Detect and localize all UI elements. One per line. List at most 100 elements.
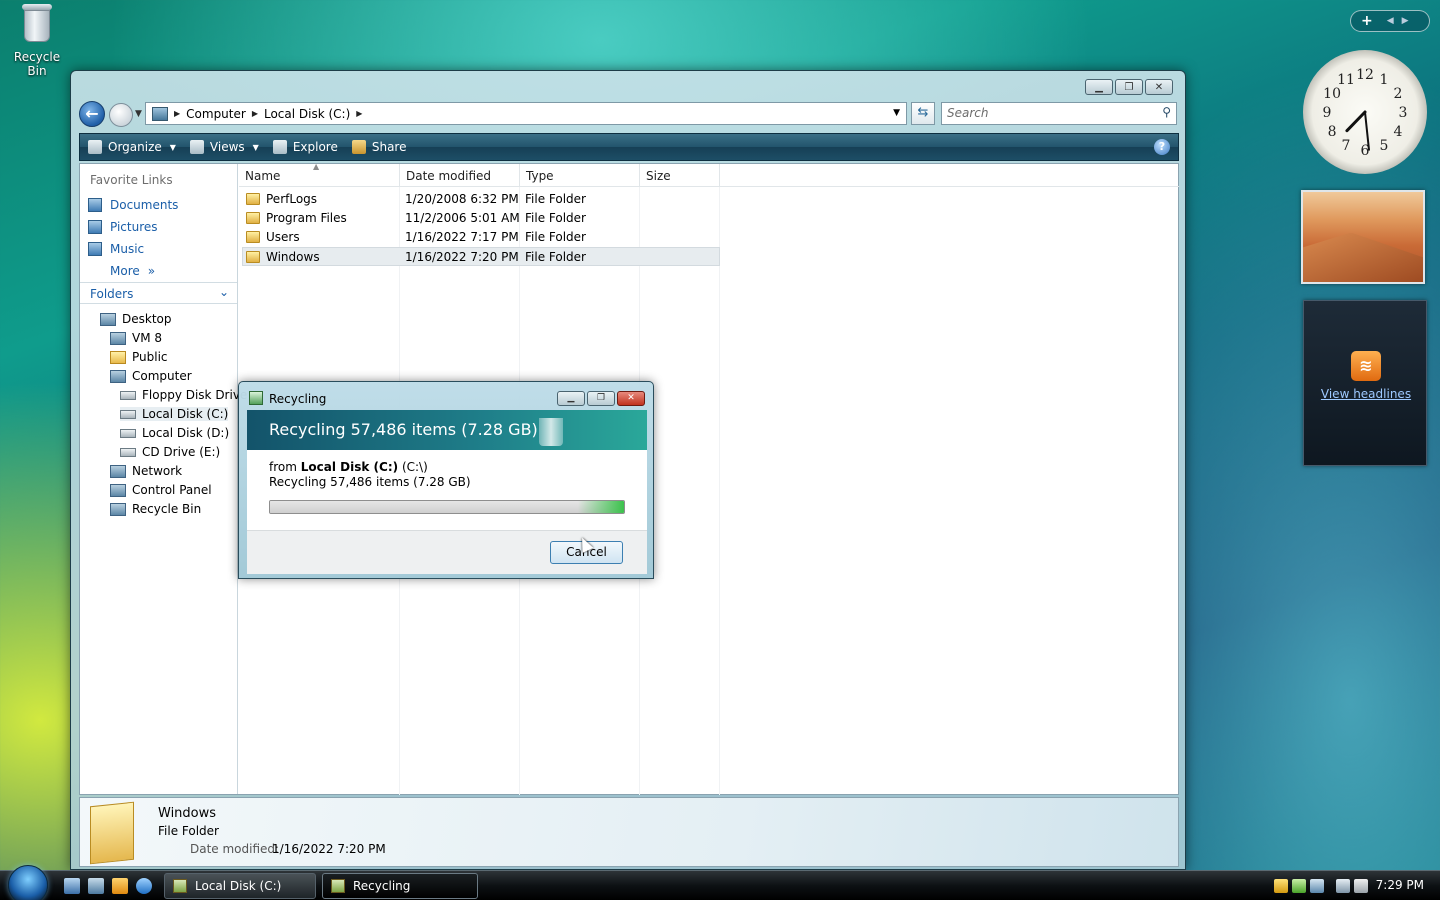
tree-item-label: Recycle Bin [132,502,202,516]
folders-toggle[interactable]: Folders ⌄ [80,282,237,304]
close-button[interactable]: ✕ [1145,79,1173,95]
show-desktop-icon[interactable] [64,878,80,894]
table-row[interactable]: Program Files 11/2/2006 5:01 AM File Fol… [242,209,720,228]
breadcrumb-computer[interactable]: Computer [186,107,246,121]
favorite-pictures[interactable]: Pictures [88,220,158,234]
task-label: Local Disk (C:) [195,879,282,893]
tree-item-local-disk-d[interactable]: Local Disk (D:) [120,426,229,440]
share-button[interactable]: Share [351,140,406,154]
breadcrumb-separator-icon[interactable]: ▶ [174,109,180,118]
media-player-icon[interactable] [112,878,128,894]
desktop-icon [100,312,116,326]
network-status-icon[interactable] [1336,879,1350,893]
tree-item-network[interactable]: Network [110,464,182,478]
explore-label: Explore [292,140,338,154]
favorite-label: Pictures [110,220,158,234]
table-row[interactable]: PerfLogs 1/20/2008 6:32 PM File Folder [242,190,720,209]
table-row-selected[interactable]: Windows 1/16/2022 7:20 PM File Folder [242,247,720,266]
maximize-button[interactable]: ❐ [587,391,615,406]
column-header-type[interactable]: Type [520,164,640,187]
breadcrumb-separator-icon[interactable]: ▶ [252,109,258,118]
favorite-documents[interactable]: Documents [88,198,178,212]
close-button[interactable]: ✕ [617,391,645,406]
tree-item-recycle-bin[interactable]: Recycle Bin [110,502,201,516]
tree-item-public[interactable]: Public [110,350,168,364]
view-headlines-link[interactable]: View headlines [1304,387,1428,401]
clock-number: 12 [1356,67,1374,83]
back-button[interactable]: ← [79,101,105,127]
update-icon[interactable] [1292,879,1306,893]
tree-item-control-panel[interactable]: Control Panel [110,483,212,497]
views-button[interactable]: Views ▼ [189,140,259,154]
column-header-size[interactable]: Size [640,164,720,187]
drive-icon [120,409,136,419]
minimize-button[interactable]: ▁ [557,391,585,406]
volume-muted-icon[interactable] [1354,879,1368,893]
tree-item-computer[interactable]: Computer [110,369,192,383]
slideshow-gadget[interactable] [1301,190,1425,284]
search-placeholder: Search [947,106,989,120]
column-header-name[interactable]: Name ▲ [239,162,400,187]
table-row[interactable]: Users 1/16/2022 7:17 PM File Folder [242,228,720,247]
taskbar-clock[interactable]: 7:29 PM [1376,878,1424,892]
clock-gadget[interactable]: 12 1 2 3 4 5 6 7 8 9 10 11 [1303,50,1427,174]
search-icon[interactable]: ⚲ [1162,105,1171,119]
maximize-button[interactable]: ❐ [1115,79,1143,95]
favorite-music[interactable]: Music [88,242,144,256]
address-bar[interactable]: ▶ Computer ▶ Local Disk (C:) ▶ ▼ [145,102,907,125]
security-shield-icon[interactable] [1274,879,1288,893]
taskbar-item-local-disk[interactable]: Local Disk (C:) [164,873,316,899]
add-gadget-button[interactable]: + [1361,13,1373,29]
minimize-button[interactable]: ▁ [1085,79,1113,95]
details-modified-label: Date modified: [190,842,280,856]
gadget-nav-arrows-icon[interactable]: ◀▶ [1387,16,1417,26]
recent-pages-chevron-icon[interactable]: ▼ [135,109,142,119]
favorite-label: More [110,264,140,278]
tree-item-cd-drive[interactable]: CD Drive (E:) [120,445,220,459]
favorite-more[interactable]: More » [110,264,155,278]
tree-item-desktop[interactable]: Desktop [100,312,172,326]
tree-item-floppy[interactable]: Floppy Disk Drive [120,388,247,402]
status-text: Recycling 57,486 items (7.28 GB) [269,475,471,489]
user-folder-icon [110,331,126,345]
share-icon [351,140,366,154]
help-icon[interactable]: ? [1154,139,1170,155]
clock-number: 8 [1328,124,1337,140]
cell-name: Program Files [266,211,347,225]
details-modified-value: 1/16/2022 7:20 PM [272,842,386,856]
music-icon [88,242,102,256]
start-button[interactable] [8,865,48,900]
progress-bar [269,500,625,514]
from-drive: Local Disk (C:) [300,460,399,474]
tree-item-label: CD Drive (E:) [142,445,221,459]
breadcrumb-separator-icon[interactable]: ▶ [356,109,362,118]
search-input[interactable]: Search ⚲ [941,102,1177,125]
views-label: Views [209,140,245,154]
tree-item-label: Public [132,350,168,364]
breadcrumb-local-disk[interactable]: Local Disk (C:) [264,107,350,121]
internet-explorer-icon[interactable] [136,878,152,894]
taskbar-item-recycling[interactable]: Recycling [322,873,478,899]
desktop-recycle-bin[interactable]: Recycle Bin [4,2,70,78]
tree-item-local-disk-c[interactable]: Local Disk (C:) [120,407,229,421]
cell-name: Windows [266,250,320,264]
address-dropdown-icon[interactable]: ▼ [893,108,900,118]
column-label: Name [245,169,281,183]
documents-icon [88,198,102,212]
tree-item-label: Local Disk (D:) [142,426,230,440]
tree-item-label: Local Disk (C:) [142,407,229,421]
clock-number: 2 [1393,86,1402,102]
column-header-date-modified[interactable]: Date modified [400,164,520,187]
explore-button[interactable]: Explore [272,140,338,154]
forward-button[interactable] [109,103,133,127]
refresh-button[interactable]: ⇆ [911,102,935,125]
taskbar: Local Disk (C:) Recycling 7:29 PM [0,865,1440,900]
drive-icon [120,428,136,438]
switch-windows-icon[interactable] [88,878,104,894]
recycling-icon [249,391,263,405]
tree-item-vm8[interactable]: VM 8 [110,331,162,345]
recycling-icon [331,879,345,893]
organize-button[interactable]: Organize ▼ [88,140,176,154]
vm-tools-icon[interactable] [1310,879,1324,893]
clock-number: 4 [1393,124,1402,140]
